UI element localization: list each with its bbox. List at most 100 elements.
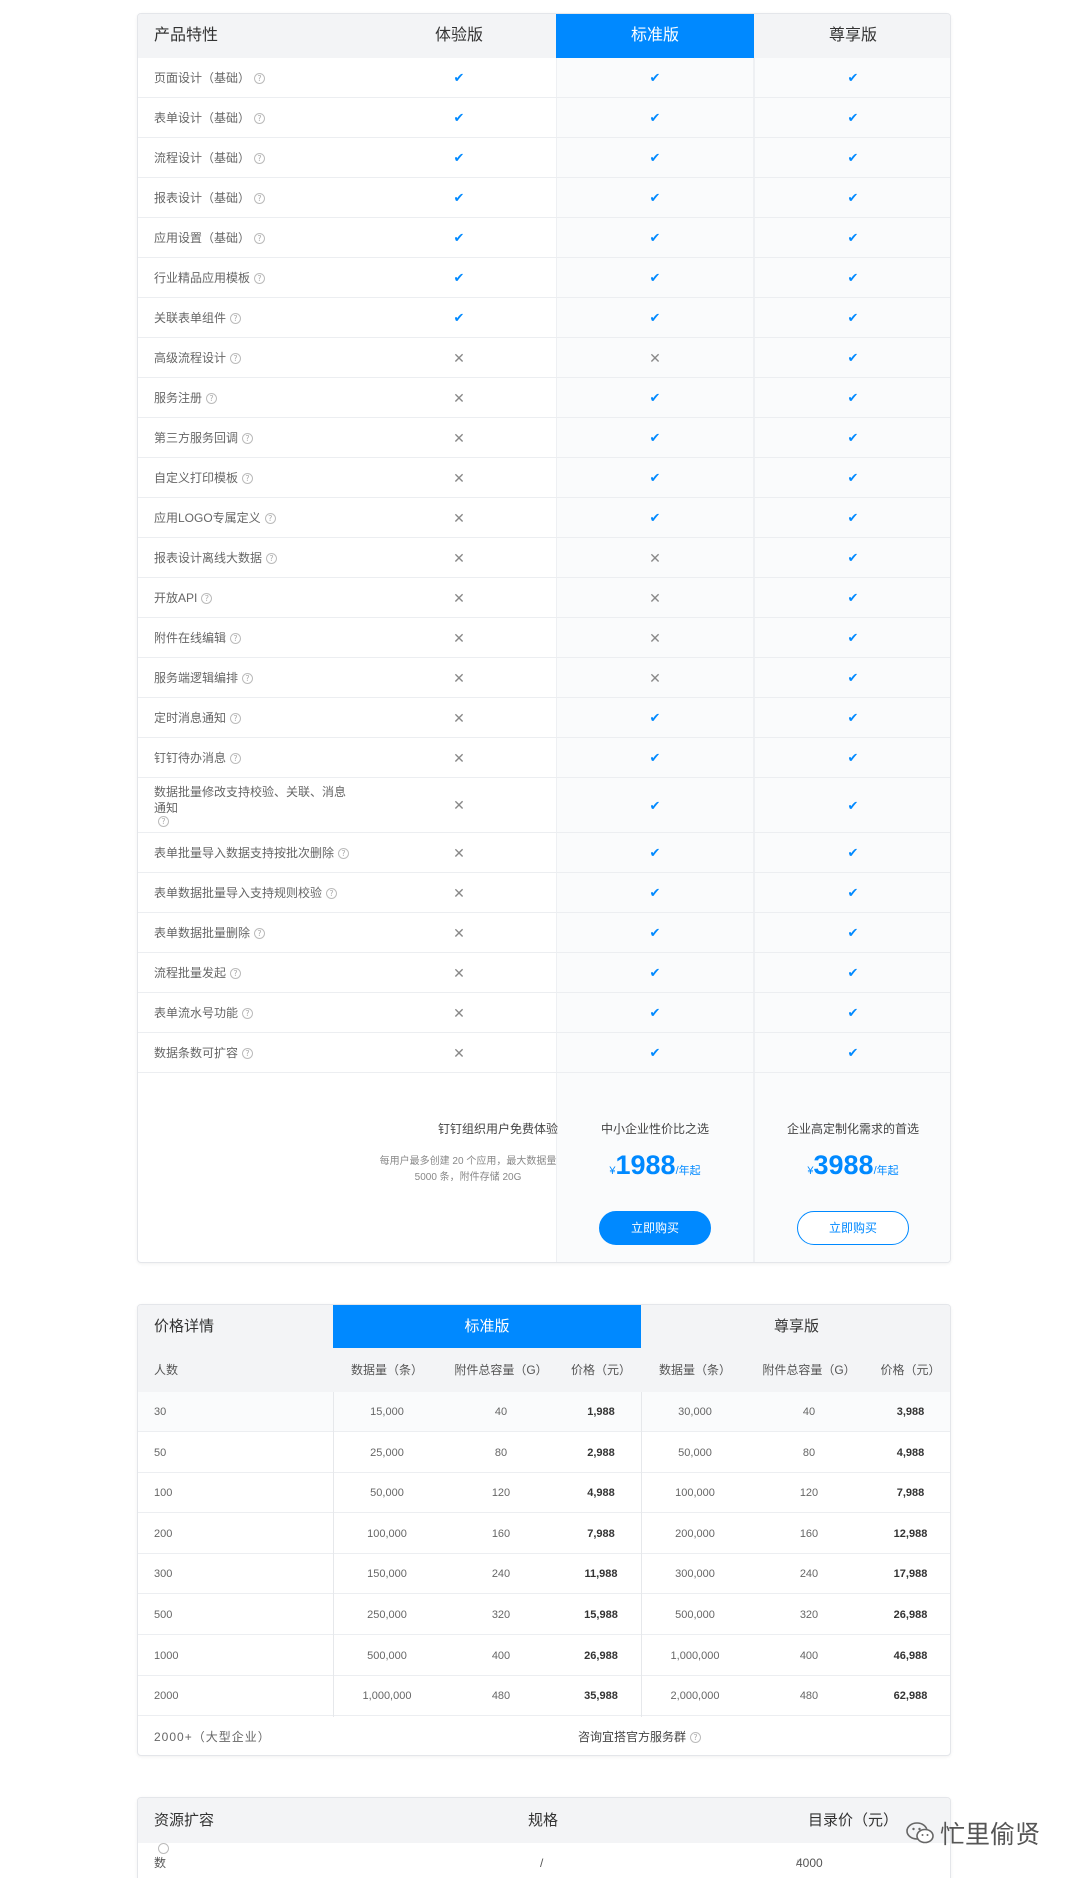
help-icon[interactable]: ? [254, 272, 266, 284]
premium-price-value: 3988 [813, 1150, 874, 1180]
feature-label: 报表设计离线大数据? [154, 538, 354, 578]
feature-label-text: 报表设计（基础） [154, 191, 251, 205]
feature-label: 页面设计（基础）? [154, 58, 354, 98]
watermark-text: 忙里偷贤 [940, 1821, 1041, 1849]
feature-label-text: 钉钉待办消息 [154, 751, 227, 765]
feature-label: 应用设置（基础）? [154, 218, 354, 258]
cross-icon: ✕ [453, 844, 465, 861]
cross-icon: ✕ [453, 429, 465, 446]
price-table-header: 价格详情 人数 标准版 尊享版 数据量（条） 附件总容量（G） 价格（元） 数据… [138, 1305, 950, 1392]
cross-icon: ✕ [453, 709, 465, 726]
standard-price-value: 1988 [615, 1150, 676, 1180]
check-icon: ✔ [453, 310, 465, 325]
feature-row: 关联表单组件? ✔ ✔ ✔ [138, 298, 950, 338]
feature-row: 附件在线编辑? ✕ ✕ ✔ [138, 618, 950, 658]
cross-icon: ✕ [453, 924, 465, 941]
people-count: 300 [154, 1568, 173, 1581]
premium-buy-button[interactable]: 立即购买 [797, 1211, 909, 1245]
check-icon: ✔ [453, 70, 465, 85]
std-price-cell: 35,988 [584, 1690, 618, 1703]
feature-row: 钉钉待办消息? ✕ ✔ ✔ [138, 738, 950, 778]
std-attachment-cell: 40 [494, 1406, 508, 1418]
help-icon[interactable]: ? [242, 1007, 254, 1019]
pre-attachment-cell: 120 [799, 1487, 819, 1500]
standard-slogan: 中小企业性价比之选 [600, 1122, 709, 1136]
cross-icon: ✕ [453, 1004, 465, 1021]
feature-row: 定时消息通知? ✕ ✔ ✔ [138, 698, 950, 738]
std-data-volume-cell: 500,000 [367, 1649, 407, 1662]
help-icon[interactable]: ? [242, 432, 254, 444]
help-icon[interactable]: ? [230, 312, 242, 324]
help-icon[interactable]: ? [254, 927, 266, 939]
help-icon[interactable]: ? [254, 192, 266, 204]
std-attachment-cell: 160 [491, 1527, 511, 1540]
help-icon[interactable]: ? [326, 887, 338, 899]
help-icon[interactable]: ? [230, 712, 242, 724]
header-premium-edition: 尊享版 [828, 27, 877, 44]
feature-table-footer: 钉钉组织用户免费体验 每用户最多创建 20 个应用，最大数据量 5000 条，附… [138, 1080, 950, 1262]
check-icon: ✔ [847, 1045, 859, 1060]
check-icon: ✔ [847, 150, 859, 165]
check-icon: ✔ [649, 150, 661, 165]
pre-data-volume-cell: 200,000 [675, 1527, 715, 1540]
enterprise-contact[interactable]: 咨询宜搭官方服务群? [578, 1717, 702, 1755]
help-icon[interactable]: ? [158, 1843, 169, 1868]
std-attachment-cell: 80 [494, 1446, 508, 1459]
help-icon[interactable]: ? [242, 672, 254, 684]
standard-buy-button[interactable]: 立即购买 [599, 1211, 711, 1245]
check-icon: ✔ [847, 590, 859, 605]
std-price-cell: 11,988 [584, 1568, 618, 1581]
check-icon: ✔ [847, 550, 859, 565]
feature-table-header: 产品特性 体验版 标准版 尊享版 [138, 14, 950, 58]
help-icon[interactable]: ? [264, 512, 276, 524]
feature-label-text: 数据条数可扩容 [154, 1046, 239, 1060]
feature-label: 定时消息通知? [154, 698, 354, 738]
check-icon: ✔ [847, 797, 859, 813]
help-icon[interactable]: ? [242, 1047, 254, 1059]
price-row: 1000 500,000 400 26,988 1,000,000 400 46,988 [138, 1636, 950, 1676]
help-icon[interactable]: ? [242, 472, 254, 484]
pre-price-header: 价格（元） [880, 1363, 941, 1377]
pre-data-volume-cell: 1,000,000 [670, 1649, 720, 1662]
cross-icon: ✕ [453, 629, 465, 646]
pre-attachment-cell: 320 [799, 1609, 819, 1621]
check-icon: ✔ [847, 710, 859, 725]
pre-data-volume-cell: 100,000 [675, 1487, 715, 1500]
feature-row: 表单设计（基础）? ✔ ✔ ✔ [138, 98, 950, 138]
cross-icon: ✕ [453, 749, 465, 766]
help-icon[interactable]: ? [254, 72, 266, 84]
check-icon: ✔ [649, 190, 661, 205]
help-icon[interactable]: ? [690, 1732, 702, 1744]
help-icon[interactable]: ? [254, 152, 266, 164]
feature-label: 流程设计（基础）? [154, 138, 354, 178]
resource-header-price: 目录价（元） [808, 1812, 899, 1829]
help-icon[interactable]: ? [230, 632, 242, 644]
wechat-icon [906, 1822, 934, 1844]
resource-expansion-table: 资源扩容 规格 目录价（元） 数据量? / 4000元/年/10万条 [137, 1797, 951, 1878]
price-row: 30 15,000 40 1,988 30,000 40 3,988 [138, 1392, 950, 1432]
std-price-cell: 4,988 [587, 1487, 615, 1500]
std-data-volume-cell: 100,000 [367, 1527, 407, 1540]
help-icon[interactable]: ? [266, 552, 278, 564]
help-icon[interactable]: ? [206, 392, 218, 404]
help-icon[interactable]: ? [158, 816, 169, 827]
pre-data-volume-cell: 2,000,000 [670, 1690, 720, 1703]
help-icon[interactable]: ? [230, 752, 242, 764]
std-data-volume-header: 数据量（条） [350, 1363, 423, 1377]
help-icon[interactable]: ? [254, 112, 266, 124]
feature-label-text: 定时消息通知 [154, 711, 227, 725]
std-price-cell: 26,988 [584, 1649, 618, 1662]
help-icon[interactable]: ? [254, 232, 266, 244]
help-icon[interactable]: ? [230, 967, 242, 979]
std-price-cell: 2,988 [587, 1446, 615, 1459]
help-icon[interactable]: ? [230, 352, 242, 364]
cross-icon: ✕ [453, 669, 465, 686]
feature-label-text: 应用设置（基础） [154, 231, 251, 245]
help-icon[interactable]: ? [201, 592, 213, 604]
check-icon: ✔ [847, 750, 859, 765]
resource-header-spec: 规格 [528, 1812, 559, 1829]
help-icon[interactable]: ? [338, 847, 350, 859]
cross-icon: ✕ [453, 797, 465, 813]
check-icon: ✔ [847, 310, 859, 325]
feature-label: 表单流水号功能? [154, 993, 354, 1033]
